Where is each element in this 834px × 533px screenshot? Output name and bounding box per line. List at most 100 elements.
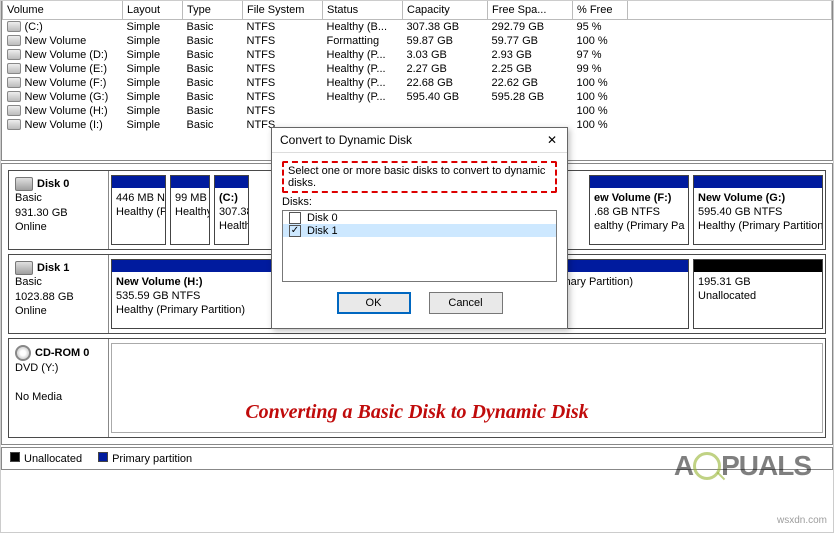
cell-status: Healthy (P... xyxy=(323,48,403,62)
disk-state: Online xyxy=(15,221,47,233)
dialog-disk-list[interactable]: Disk 0 ✓ Disk 1 xyxy=(282,210,557,282)
volume-row[interactable]: (C:)SimpleBasicNTFSHealthy (B...307.38 G… xyxy=(3,19,832,34)
cell-fs: NTFS xyxy=(243,104,323,118)
cell-pct: 100 % xyxy=(573,118,628,132)
cdrom-icon xyxy=(15,345,31,361)
cell-cap: 22.68 GB xyxy=(403,76,488,90)
legend-primary: Primary partition xyxy=(98,452,192,465)
cell-pct: 97 % xyxy=(573,48,628,62)
col-layout[interactable]: Layout xyxy=(123,1,183,19)
dialog-disk-label: Disk 1 xyxy=(307,225,338,237)
disk-info: Disk 0 Basic 931.30 GB Online xyxy=(9,171,109,249)
partition[interactable]: New Volume (G:)595.40 GB NTFSHealthy (Pr… xyxy=(693,175,823,245)
swatch-primary xyxy=(98,452,108,462)
disk-state: Online xyxy=(15,305,47,317)
cell-type: Basic xyxy=(183,34,243,48)
disk-type: Basic xyxy=(15,192,42,204)
close-icon[interactable]: ✕ xyxy=(545,133,559,147)
cell-layout: Simple xyxy=(123,104,183,118)
volume-row[interactable]: New Volume (E:)SimpleBasicNTFSHealthy (P… xyxy=(3,62,832,76)
cell-name: New Volume (F:) xyxy=(3,76,123,90)
cell-fs: NTFS xyxy=(243,19,323,34)
cell-status xyxy=(323,104,403,118)
partition-status: Healthy xyxy=(175,206,205,220)
cell-status: Healthy (P... xyxy=(323,76,403,90)
disk-icon xyxy=(15,177,33,191)
partition-size: 99 MB xyxy=(175,192,205,206)
watermark-url: wsxdn.com xyxy=(777,515,827,526)
cell-cap: 307.38 GB xyxy=(403,19,488,34)
cell-layout: Simple xyxy=(123,19,183,34)
cell-pct: 95 % xyxy=(573,19,628,34)
volume-row[interactable]: New Volume (F:)SimpleBasicNTFSHealthy (P… xyxy=(3,76,832,90)
cell-pct: 100 % xyxy=(573,76,628,90)
checkbox[interactable] xyxy=(289,212,301,224)
volume-header-row[interactable]: Volume Layout Type File System Status Ca… xyxy=(3,1,832,19)
partition-name: ew Volume (F:) xyxy=(594,192,684,206)
partition[interactable]: 195.31 GBUnallocated xyxy=(693,259,823,329)
cell-fs: NTFS xyxy=(243,90,323,104)
cell-cap: 595.40 GB xyxy=(403,90,488,104)
partition-size: 195.31 GB xyxy=(698,276,818,290)
cell-free: 595.28 GB xyxy=(488,90,573,104)
cell-pct: 100 % xyxy=(573,90,628,104)
checkbox[interactable]: ✓ xyxy=(289,225,301,237)
cell-name: New Volume xyxy=(3,34,123,48)
cell-layout: Simple xyxy=(123,90,183,104)
disk-info: Disk 1 Basic 1023.88 GB Online xyxy=(9,255,109,333)
dialog-disk-item[interactable]: ✓ Disk 1 xyxy=(283,224,556,237)
cell-pct: 99 % xyxy=(573,62,628,76)
volume-row[interactable]: New VolumeSimpleBasicNTFSFormatting59.87… xyxy=(3,34,832,48)
cell-free: 2.93 GB xyxy=(488,48,573,62)
cell-name: New Volume (E:) xyxy=(3,62,123,76)
cell-type: Basic xyxy=(183,62,243,76)
partition-name: (C:) xyxy=(219,192,244,206)
partition-size: .68 GB NTFS xyxy=(594,206,684,220)
disk-title: Disk 0 xyxy=(37,178,69,190)
partition-status: ealthy (Primary Pa xyxy=(594,220,684,234)
partition[interactable]: 99 MBHealthy xyxy=(170,175,210,245)
dialog-instruction: Select one or more basic disks to conver… xyxy=(282,161,557,193)
cancel-button[interactable]: Cancel xyxy=(429,292,503,314)
volume-row[interactable]: New Volume (D:)SimpleBasicNTFSHealthy (P… xyxy=(3,48,832,62)
watermark-logo: APUALS xyxy=(674,450,811,482)
cell-cap: 59.87 GB xyxy=(403,34,488,48)
cell-fs: NTFS xyxy=(243,76,323,90)
col-volume[interactable]: Volume xyxy=(3,1,123,19)
disk-type: DVD (Y:) xyxy=(15,362,58,374)
dialog-disk-label: Disk 0 xyxy=(307,212,338,224)
cell-type: Basic xyxy=(183,118,243,132)
cell-status: Healthy (P... xyxy=(323,62,403,76)
ok-button[interactable]: OK xyxy=(337,292,411,314)
disk-icon xyxy=(15,261,33,275)
partition[interactable]: ew Volume (F:).68 GB NTFSealthy (Primary… xyxy=(589,175,689,245)
volume-row[interactable]: New Volume (G:)SimpleBasicNTFSHealthy (P… xyxy=(3,90,832,104)
col-type[interactable]: Type xyxy=(183,1,243,19)
cell-free: 292.79 GB xyxy=(488,19,573,34)
partition[interactable]: (C:)307.38Healthy xyxy=(214,175,249,245)
partition-size: 307.38 xyxy=(219,206,244,220)
cell-free: 2.25 GB xyxy=(488,62,573,76)
col-freespace[interactable]: Free Spa... xyxy=(488,1,573,19)
cell-name: (C:) xyxy=(3,19,123,34)
cell-cap xyxy=(403,104,488,118)
dialog-disk-item[interactable]: Disk 0 xyxy=(283,211,556,224)
cell-type: Basic xyxy=(183,76,243,90)
col-pctfree[interactable]: % Free xyxy=(573,1,628,19)
cell-status: Healthy (B... xyxy=(323,19,403,34)
cell-name: New Volume (D:) xyxy=(3,48,123,62)
cell-name: New Volume (H:) xyxy=(3,104,123,118)
partition[interactable]: 446 MB NTHealthy (P xyxy=(111,175,166,245)
cell-name: New Volume (G:) xyxy=(3,90,123,104)
cell-layout: Simple xyxy=(123,76,183,90)
cell-status: Healthy (P... xyxy=(323,90,403,104)
col-status[interactable]: Status xyxy=(323,1,403,19)
col-fs[interactable]: File System xyxy=(243,1,323,19)
col-capacity[interactable]: Capacity xyxy=(403,1,488,19)
cell-fs: NTFS xyxy=(243,34,323,48)
cell-type: Basic xyxy=(183,104,243,118)
cell-status: Formatting xyxy=(323,34,403,48)
disk-size: 931.30 GB xyxy=(15,207,68,219)
cell-free: 59.77 GB xyxy=(488,34,573,48)
volume-row[interactable]: New Volume (H:)SimpleBasicNTFS100 % xyxy=(3,104,832,118)
